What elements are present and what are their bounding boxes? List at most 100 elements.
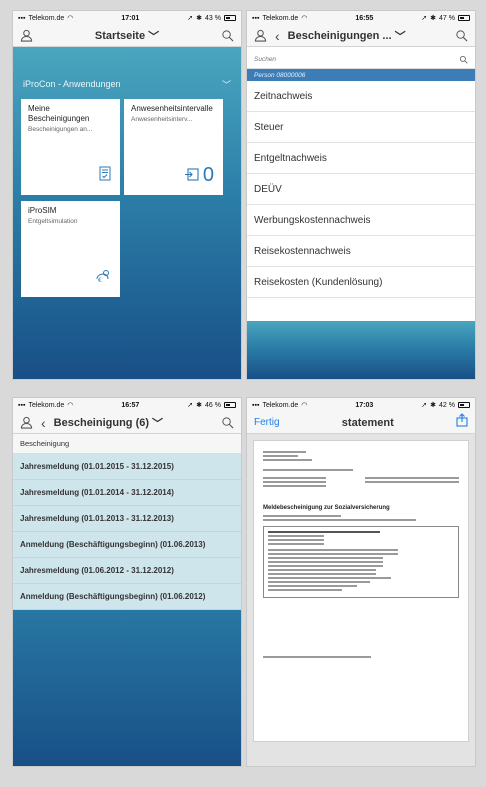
- document-check-icon: [99, 166, 111, 186]
- background-gradient: [247, 321, 475, 379]
- search-icon[interactable]: [455, 29, 468, 42]
- tile-title: Meine Bescheinigungen: [28, 104, 90, 123]
- tile-title: Anwesenheitsintervalle: [131, 104, 213, 113]
- list-item[interactable]: Werbungskostennachweis: [247, 205, 475, 236]
- nav-bar: Startseite ﹀: [13, 25, 241, 47]
- done-button[interactable]: Fertig: [254, 417, 280, 428]
- list-item[interactable]: Zeitnachweis: [247, 81, 475, 112]
- clock: 17:03: [355, 401, 374, 409]
- signal-icon: ▪▪▪: [252, 14, 260, 22]
- list-item[interactable]: Reisekosten (Kundenlösung): [247, 267, 475, 298]
- list-item[interactable]: DEÜV: [247, 174, 475, 205]
- document-heading: Meldebescheinigung zur Sozialversicherun…: [263, 505, 390, 511]
- title-dropdown[interactable]: Bescheinigung (6) ﹀: [54, 415, 163, 431]
- list-item[interactable]: Steuer: [247, 112, 475, 143]
- tile-title: iProSIM: [28, 206, 57, 215]
- signal-icon: ▪▪▪: [18, 14, 26, 22]
- nav-bar: ‹ Bescheinigungen ... ﹀: [247, 25, 475, 47]
- tile-count: 0: [202, 164, 214, 186]
- list-item[interactable]: Jahresmeldung (01.01.2015 - 31.12.2015): [13, 454, 241, 480]
- tile-bescheinigungen[interactable]: Meine Bescheinigungen Bescheinigungen an…: [21, 99, 120, 195]
- chevron-down-icon: ﹀: [394, 30, 406, 43]
- page-title: Startseite: [94, 29, 146, 42]
- wifi-icon: ◠: [67, 15, 74, 22]
- search-input[interactable]: [254, 56, 404, 63]
- chevron-down-icon: ﹀: [152, 417, 164, 430]
- nav-bar: ‹ Bescheinigung (6) ﹀: [13, 412, 241, 434]
- bluetooth-icon: ✱: [196, 15, 203, 22]
- list-item[interactable]: Jahresmeldung (01.06.2012 - 31.12.2012): [13, 558, 241, 584]
- carrier-label: Telekom.de: [28, 14, 65, 22]
- battery-percent: 42 %: [439, 401, 455, 409]
- document-text-lines: [263, 451, 459, 489]
- status-bar: ▪▪▪ Telekom.de ◠ 17:03 ➚ ✱ 42 %: [247, 398, 475, 412]
- location-icon: ➚: [421, 402, 428, 409]
- list-item[interactable]: Anmeldung (Beschäftigungsbeginn) (01.06.…: [13, 584, 241, 610]
- page-title: statement: [341, 416, 394, 429]
- screen-bescheinigungen: ▪▪▪ Telekom.de ◠ 16:55 ➚ ✱ 47 % ‹ Besche…: [246, 10, 476, 380]
- page-title: Bescheinigung (6): [53, 416, 150, 429]
- carrier-label: Telekom.de: [262, 14, 299, 22]
- status-bar: ▪▪▪ Telekom.de ◠ 16:57 ➚ ✱ 46 %: [13, 398, 241, 412]
- carrier-label: Telekom.de: [262, 401, 299, 409]
- document-table: [263, 526, 459, 598]
- screen-statement: ▪▪▪ Telekom.de ◠ 17:03 ➚ ✱ 42 % Fertig s…: [246, 397, 476, 767]
- bluetooth-icon: ✱: [430, 15, 437, 22]
- wifi-icon: ◠: [301, 15, 308, 22]
- list-area: Bescheinigung Jahresmeldung (01.01.2015 …: [13, 434, 241, 766]
- clock: 17:01: [121, 14, 140, 22]
- tile-area: iProCon - Anwendungen ﹀ Meine Bescheinig…: [13, 47, 241, 379]
- tile-anwesenheitsintervalle[interactable]: Anwesenheitsintervalle Anwesenheitsinter…: [124, 99, 223, 195]
- clock: 16:55: [355, 14, 374, 22]
- list-item[interactable]: Reisekostennachweis: [247, 236, 475, 267]
- user-icon[interactable]: [254, 29, 267, 42]
- list-item[interactable]: Anmeldung (Beschäftigungsbeginn) (01.06.…: [13, 532, 241, 558]
- signal-icon: ▪▪▪: [252, 401, 260, 409]
- battery-icon: [223, 15, 236, 21]
- tile-iprosim[interactable]: iProSIM Entgeltsimulation €: [21, 201, 120, 297]
- group-header[interactable]: iProCon - Anwendungen ﹀: [13, 69, 241, 99]
- search-icon[interactable]: [221, 416, 234, 429]
- group-title: iProCon - Anwendungen: [23, 79, 121, 89]
- wifi-icon: ◠: [301, 402, 308, 409]
- list-header: Bescheinigung: [13, 434, 241, 454]
- user-icon[interactable]: [20, 29, 33, 42]
- carrier-label: Telekom.de: [28, 401, 65, 409]
- list-area: Person 08000006 Zeitnachweis Steuer Entg…: [247, 47, 475, 379]
- document-page: Meldebescheinigung zur Sozialversicherun…: [253, 440, 469, 742]
- tile-subtitle: Anwesenheitsinterv...: [131, 116, 193, 123]
- clock: 16:57: [121, 401, 140, 409]
- back-chevron-icon[interactable]: ‹: [41, 415, 46, 431]
- page-title: Bescheinigungen ...: [287, 29, 392, 42]
- list-item[interactable]: Jahresmeldung (01.01.2014 - 31.12.2014): [13, 480, 241, 506]
- status-bar: ▪▪▪ Telekom.de ◠ 17:01 ➚ ✱ 43 %: [13, 11, 241, 25]
- location-icon: ➚: [187, 402, 194, 409]
- battery-icon: [457, 15, 470, 21]
- tile-subtitle: Entgeltsimulation: [28, 218, 78, 225]
- screen-bescheinigung-list: ▪▪▪ Telekom.de ◠ 16:57 ➚ ✱ 46 % ‹ Besche…: [12, 397, 242, 767]
- person-bar: Person 08000006: [247, 69, 475, 81]
- signal-icon: ▪▪▪: [18, 401, 26, 409]
- location-icon: ➚: [421, 15, 428, 22]
- bluetooth-icon: ✱: [430, 402, 437, 409]
- wifi-icon: ◠: [67, 402, 74, 409]
- battery-percent: 47 %: [439, 14, 455, 22]
- list-item[interactable]: Jahresmeldung (01.01.2013 - 31.12.2013): [13, 506, 241, 532]
- search-field[interactable]: [247, 51, 475, 69]
- bluetooth-icon: ✱: [196, 402, 203, 409]
- import-icon: [184, 164, 199, 187]
- chevron-down-icon: ﹀: [148, 30, 160, 43]
- document-viewer[interactable]: Meldebescheinigung zur Sozialversicherun…: [247, 434, 475, 766]
- user-icon[interactable]: [20, 416, 33, 429]
- list-item[interactable]: Entgeltnachweis: [247, 143, 475, 174]
- money-simulation-icon: €: [95, 269, 111, 288]
- back-chevron-icon[interactable]: ‹: [275, 28, 280, 44]
- title-dropdown[interactable]: Startseite ﹀: [95, 28, 159, 44]
- battery-icon: [457, 402, 470, 408]
- svg-text:€: €: [98, 277, 102, 283]
- screen-startseite: ▪▪▪ Telekom.de ◠ 17:01 ➚ ✱ 43 % Startsei…: [12, 10, 242, 380]
- search-icon[interactable]: [459, 51, 468, 69]
- search-icon[interactable]: [221, 29, 234, 42]
- title-dropdown[interactable]: Bescheinigungen ... ﹀: [288, 28, 406, 44]
- share-icon[interactable]: [456, 413, 468, 432]
